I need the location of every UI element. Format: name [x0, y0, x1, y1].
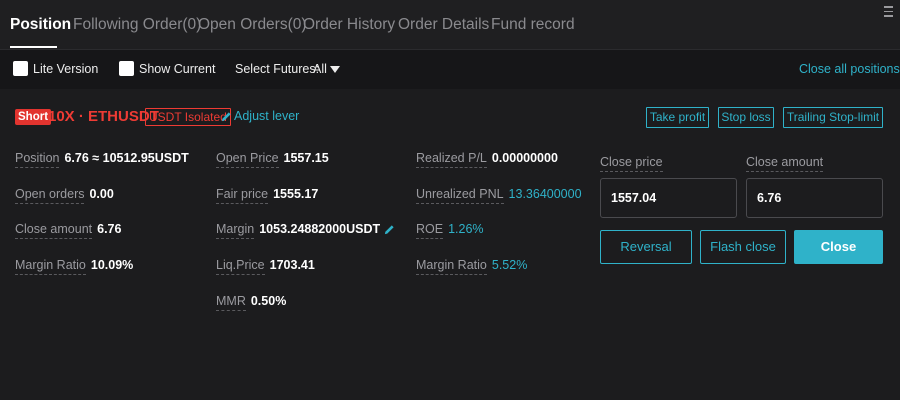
field-label: Margin	[216, 222, 255, 239]
side-badge: Short	[15, 109, 52, 125]
field-value: 6.76	[97, 222, 122, 236]
margin-mode-badge: USDT Isolated	[145, 108, 231, 126]
tab-position[interactable]: Position	[10, 16, 71, 34]
field-value: 1.26%	[448, 222, 484, 236]
close-amount-label: Close amount	[746, 155, 824, 172]
field-label: Margin Ratio	[416, 258, 487, 275]
tab-order-history[interactable]: Order History	[303, 16, 395, 34]
close-all-positions-link[interactable]: Close all positions	[799, 62, 900, 76]
menu-icon[interactable]	[884, 6, 893, 19]
active-tab-indicator	[10, 46, 57, 48]
field-open-orders: Open orders 0.00	[15, 187, 114, 204]
field-unrealized-pnl: Unrealized PNL 13.36400000	[416, 187, 582, 204]
field-label: Close amount	[15, 222, 93, 239]
tab-open-orders[interactable]: Open Orders(0)	[198, 16, 307, 34]
field-value: 10.09%	[90, 258, 134, 272]
field-liq-price: Liq.Price 1703.41	[216, 258, 315, 275]
field-value: 1557.15	[283, 151, 329, 165]
trailing-stop-limit-button[interactable]: Trailing Stop-limit	[783, 107, 883, 128]
field-label: Realized P/L	[416, 151, 487, 168]
adjust-lever-label: Adjust lever	[234, 109, 300, 123]
field-label: Open orders	[15, 187, 85, 204]
field-value: 13.36400000	[508, 187, 582, 201]
reversal-button[interactable]: Reversal	[600, 230, 692, 264]
show-current-checkbox[interactable]	[119, 61, 134, 76]
chevron-down-icon[interactable]	[330, 66, 340, 73]
field-fair-price: Fair price 1555.17	[216, 187, 319, 204]
close-button[interactable]: Close	[794, 230, 883, 264]
field-open-price: Open Price 1557.15	[216, 151, 329, 168]
tab-following-order[interactable]: Following Order(0)	[73, 16, 201, 34]
pencil-icon	[221, 112, 231, 122]
field-label: MMR	[216, 294, 246, 311]
field-value: 0.50%	[250, 294, 287, 308]
lite-version-label: Lite Version	[33, 62, 99, 76]
field-label: Liq.Price	[216, 258, 265, 275]
adjust-lever-link[interactable]: Adjust lever	[221, 109, 299, 123]
field-value: 0.00	[89, 187, 114, 201]
field-margin-ratio-2: Margin Ratio 5.52%	[416, 258, 528, 275]
tab-fund-record[interactable]: Fund record	[491, 16, 575, 34]
pencil-icon[interactable]	[384, 224, 395, 235]
filter-bar: Lite Version Show Current Select Futures…	[0, 50, 900, 89]
lite-version-checkbox[interactable]	[13, 61, 28, 76]
close-price-input[interactable]	[600, 178, 737, 218]
field-margin: Margin 1053.24882000USDT	[216, 222, 395, 239]
tab-bar: Position Following Order(0) Open Orders(…	[0, 0, 900, 50]
close-amount-input[interactable]	[746, 178, 883, 218]
show-current-label: Show Current	[139, 62, 216, 76]
field-value: 1053.24882000USDT	[259, 222, 381, 236]
select-futures-label: Select Futures:	[235, 62, 320, 76]
position-title: 10X · ETHUSDT	[48, 108, 159, 125]
field-label: Margin Ratio	[15, 258, 86, 275]
field-realized-pl: Realized P/L 0.00000000	[416, 151, 558, 168]
field-value: 6.76 ≈ 10512.95USDT	[64, 151, 189, 165]
field-close-amount: Close amount 6.76	[15, 222, 122, 239]
flash-close-button[interactable]: Flash close	[700, 230, 786, 264]
close-price-label: Close price	[600, 155, 663, 172]
field-roe: ROE 1.26%	[416, 222, 484, 239]
take-profit-button[interactable]: Take profit	[646, 107, 709, 128]
field-value: 5.52%	[491, 258, 528, 272]
field-margin-ratio: Margin Ratio 10.09%	[15, 258, 134, 275]
field-label: ROE	[416, 222, 444, 239]
field-label: Fair price	[216, 187, 269, 204]
field-position: Position 6.76 ≈ 10512.95USDT	[15, 151, 189, 168]
stop-loss-button[interactable]: Stop loss	[718, 107, 774, 128]
field-mmr: MMR 0.50%	[216, 294, 287, 311]
tab-order-details[interactable]: Order Details	[398, 16, 489, 34]
field-label: Unrealized PNL	[416, 187, 504, 204]
field-value: 0.00000000	[491, 151, 558, 165]
select-futures-value[interactable]: All	[313, 62, 327, 76]
field-value: 1703.41	[269, 258, 315, 272]
field-value: 1555.17	[273, 187, 319, 201]
field-label: Open Price	[216, 151, 279, 168]
field-label: Position	[15, 151, 60, 168]
